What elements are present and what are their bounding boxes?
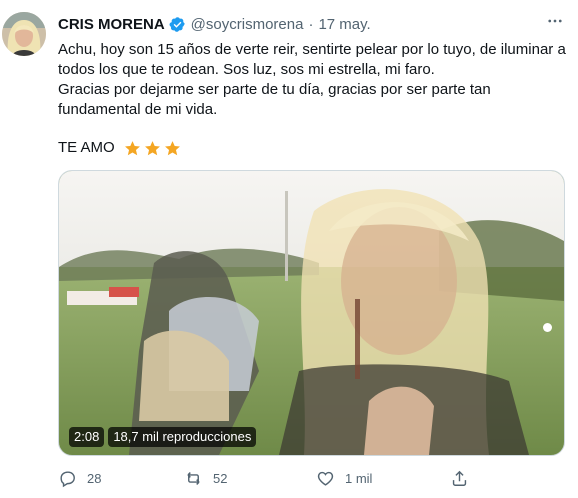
- video-duration: 2:08: [69, 427, 105, 447]
- tweet-paragraph-1: Achu, hoy son 15 años de verte reir, sen…: [58, 41, 566, 78]
- verified-badge-icon: [169, 16, 186, 33]
- reply-icon: [60, 470, 75, 487]
- retweet-button[interactable]: 52: [184, 466, 227, 490]
- video-overlay: 2:08 18,7 mil reproducciones: [69, 427, 257, 447]
- love-text: TE AMO: [58, 139, 115, 156]
- more-options-icon[interactable]: [544, 10, 566, 32]
- star-emoji-icon: [124, 140, 141, 157]
- reply-button[interactable]: 28: [58, 466, 101, 490]
- avatar[interactable]: [2, 12, 46, 56]
- tweet-paragraph-2: Gracias por dejarme ser parte de tu día,…: [58, 81, 491, 118]
- tweet-header: CRIS MORENA @soycrismorena · 17 may.: [58, 14, 570, 34]
- video-views: 18,7 mil reproducciones: [108, 427, 257, 447]
- reply-count: 28: [87, 470, 102, 486]
- like-count: 1 mil: [345, 470, 373, 486]
- tweet-love-line: TE AMO: [58, 138, 181, 158]
- like-button[interactable]: 1 mil: [316, 466, 372, 490]
- share-button[interactable]: [450, 466, 469, 490]
- tweet-text: Achu, hoy son 15 años de verte reir, sen…: [58, 40, 570, 120]
- tweet-date[interactable]: 17 may.: [318, 16, 370, 33]
- author-name[interactable]: CRIS MORENA: [58, 16, 165, 33]
- separator-dot: ·: [308, 15, 314, 33]
- video-frame: [59, 171, 564, 455]
- share-icon: [452, 470, 467, 486]
- heart-icon: [317, 471, 334, 486]
- star-emoji-icon: [164, 140, 181, 157]
- tweet-actions: 28 52 1 mil: [58, 466, 558, 490]
- author-handle[interactable]: @soycrismorena: [191, 16, 304, 33]
- retweet-count: 52: [213, 470, 228, 486]
- tweet: CRIS MORENA @soycrismorena · 17 may. Ach…: [0, 0, 578, 498]
- video-scrub-dot[interactable]: [543, 323, 552, 332]
- star-emoji-icon: [144, 140, 161, 157]
- retweet-icon: [187, 471, 200, 485]
- video-player[interactable]: 2:08 18,7 mil reproducciones: [58, 170, 565, 456]
